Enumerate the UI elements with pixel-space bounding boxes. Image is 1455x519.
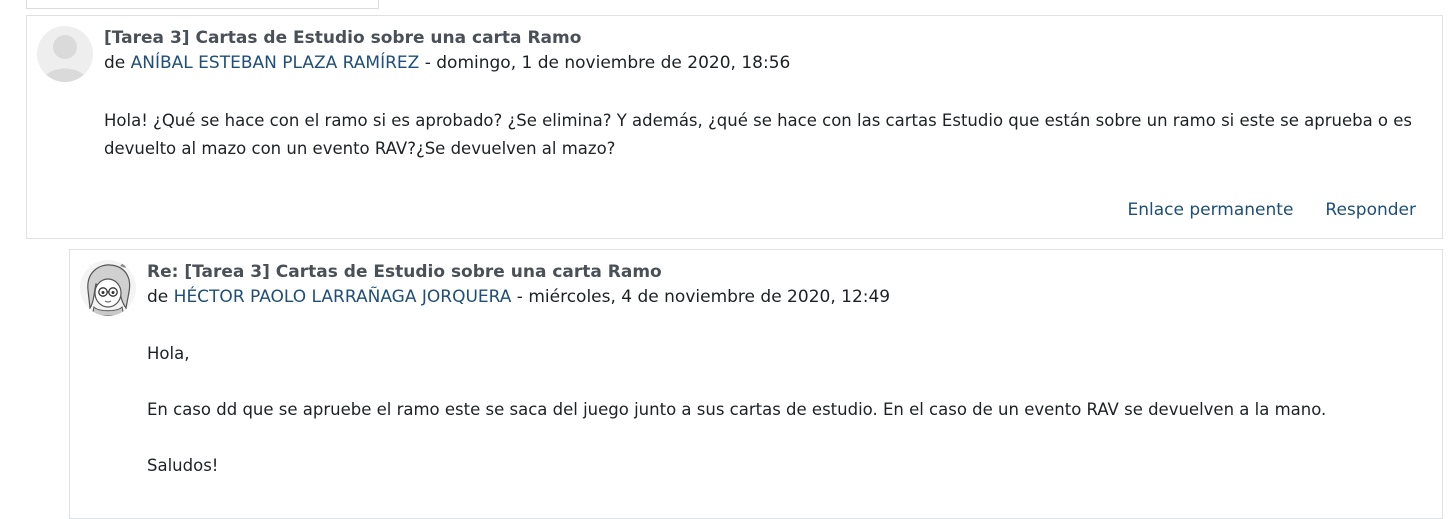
author-link[interactable]: HÉCTOR PAOLO LARRAÑAGA JORQUERA [174,287,512,307]
reply-link[interactable]: Responder [1325,200,1416,220]
by-prefix: de [147,287,174,307]
post-date: - domingo, 1 de noviembre de 2020, 18:56 [419,53,791,73]
post-actions: Enlace permanente Responder [1128,200,1417,220]
post-paragraph: Hola! ¿Qué se hace con el ramo si es apr… [104,111,1413,158]
post-paragraph: Saludos! [147,456,219,475]
anime-avatar-icon [80,260,136,316]
post-content: Hola, En caso dd que se apruebe el ramo … [147,340,1430,480]
avatar[interactable] [80,260,136,316]
previous-post-edge [26,0,379,9]
post-byline: de ANÍBAL ESTEBAN PLAZA RAMÍREZ - doming… [104,50,1432,76]
avatar[interactable] [37,26,93,82]
author-link[interactable]: ANÍBAL ESTEBAN PLAZA RAMÍREZ [131,53,420,73]
by-prefix: de [104,53,131,73]
default-user-icon [37,26,93,82]
permalink-link[interactable]: Enlace permanente [1128,200,1294,220]
post-subject: Re: [Tarea 3] Cartas de Estudio sobre un… [147,262,662,282]
post-content: Hola! ¿Qué se hace con el ramo si es apr… [104,107,1430,163]
post-header: Re: [Tarea 3] Cartas de Estudio sobre un… [147,260,1432,310]
post-header: [Tarea 3] Cartas de Estudio sobre una ca… [104,26,1432,76]
post-paragraph: Hola, [147,344,190,363]
post-paragraph: En caso dd que se apruebe el ramo este s… [147,400,1327,419]
forum-post: [Tarea 3] Cartas de Estudio sobre una ca… [26,15,1443,239]
forum-post-reply: Re: [Tarea 3] Cartas de Estudio sobre un… [69,249,1443,519]
post-subject: [Tarea 3] Cartas de Estudio sobre una ca… [104,28,582,48]
post-date: - miércoles, 4 de noviembre de 2020, 12:… [511,287,891,307]
post-byline: de HÉCTOR PAOLO LARRAÑAGA JORQUERA - mié… [147,284,1432,310]
